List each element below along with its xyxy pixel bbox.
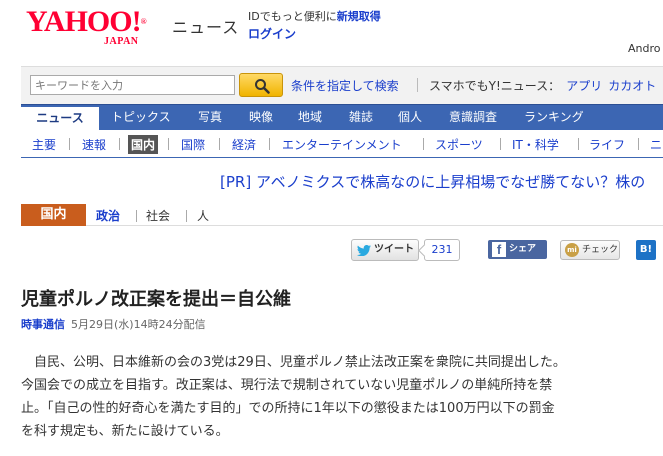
category-current: 国内 (21, 204, 86, 226)
category-link-politics[interactable]: 政治 (96, 207, 120, 224)
divider (136, 210, 137, 222)
tab-video[interactable]: 映像 (249, 105, 273, 130)
subnav-item-entertainment[interactable]: エンターテインメント (282, 136, 402, 153)
tab-local[interactable]: 地域 (298, 105, 322, 130)
yahoo-japan-logo[interactable]: YAHOO!® JAPAN (26, 5, 147, 48)
tab-photos[interactable]: 写真 (198, 105, 222, 130)
twitter-bird-icon (357, 245, 371, 256)
category-bar: 国内 政治 社会 人 (21, 204, 663, 226)
user-name[interactable]: Andro (628, 42, 661, 55)
login-link[interactable]: ログイン (248, 25, 296, 42)
tab-news[interactable]: ニュース (21, 105, 99, 130)
id-promo-text: IDでもっと便利に (248, 10, 337, 23)
category-link-people[interactable]: 人 (197, 207, 209, 224)
divider (500, 138, 501, 150)
hatena-bookmark-button[interactable]: B! (636, 240, 656, 260)
divider (186, 210, 187, 222)
subnav-item-it-science[interactable]: IT・科学 (512, 136, 559, 153)
check-label: チェック (582, 245, 619, 255)
search-input[interactable] (30, 75, 235, 95)
mixi-icon: mi (565, 243, 579, 257)
subnav-item-main[interactable]: 主要 (32, 136, 56, 153)
facebook-share-button[interactable]: f シェア (488, 240, 547, 259)
tab-magazines[interactable]: 雑誌 (349, 105, 373, 130)
site-header: YAHOO!® JAPAN ニュース IDでもっと便利に新規取得 ログイン An… (0, 0, 663, 66)
mobile-promo: スマホでもY!ニュース： アプリ カカオト (429, 77, 656, 94)
id-promo: IDでもっと便利に新規取得 (248, 9, 381, 24)
subnav-item-breaking[interactable]: 速報 (82, 136, 106, 153)
divider (269, 138, 270, 150)
main-nav: ニュース トピックス 写真 映像 地域 雑誌 個人 意識調査 ランキング (21, 104, 663, 130)
logo-wordmark: YAHOO!® (26, 5, 147, 38)
facebook-icon: f (492, 242, 506, 257)
tweet-label: ツイート (374, 244, 414, 255)
tab-ranking[interactable]: ランキング (524, 105, 584, 130)
divider (168, 138, 169, 150)
tab-topics[interactable]: トピックス (111, 105, 171, 130)
mixi-check-button[interactable]: mi チェック (560, 240, 620, 260)
facebook-share-label: シェア (509, 244, 537, 254)
article-title: 児童ポルノ改正案を提出＝自公維 (21, 289, 291, 310)
divider (578, 138, 579, 150)
divider (219, 138, 220, 150)
subnav-item-sports[interactable]: スポーツ (435, 136, 483, 153)
register-link[interactable]: 新規取得 (337, 10, 381, 23)
category-link-society[interactable]: 社会 (146, 207, 170, 224)
tweet-count[interactable]: 231 (424, 239, 460, 261)
app-link[interactable]: アプリ (566, 79, 602, 93)
divider (119, 138, 120, 150)
search-button[interactable] (239, 73, 283, 97)
article-date: 5月29日(水)14時24分配信 (71, 318, 206, 331)
tab-individual[interactable]: 個人 (398, 105, 422, 130)
subnav-item-life[interactable]: ライフ (589, 136, 625, 153)
subnav-item-more[interactable]: ニ (650, 136, 662, 153)
search-bar: 条件を指定して検索 スマホでもY!ニュース： アプリカカオト (21, 66, 663, 104)
kakaotalk-link[interactable]: カカオト (608, 79, 656, 93)
tab-survey[interactable]: 意識調査 (449, 105, 497, 130)
article-body: 自民、公明、日本維新の会の3党は29日、児童ポルノ禁止法改正案を衆院に共同提出し… (21, 351, 663, 443)
logo-japan-text: JAPAN (104, 36, 139, 47)
search-icon (255, 79, 270, 94)
advanced-search-link[interactable]: 条件を指定して検索 (291, 77, 399, 94)
pr-ad-link[interactable]: [PR] アベノミクスで株高なのに上昇相場でなぜ勝てない？株の (220, 171, 645, 192)
tweet-button[interactable]: ツイート (351, 239, 419, 261)
divider (69, 138, 70, 150)
divider (417, 78, 418, 92)
divider (638, 138, 639, 150)
sub-nav: 主要 速報 国内 国際 経済 エンターテインメント スポーツ IT・科学 ライフ… (21, 130, 663, 158)
article-paragraph: 自民、公明、日本維新の会の3党は29日、児童ポルノ禁止法改正案を衆院に共同提出し… (21, 355, 566, 439)
subnav-item-domestic[interactable]: 国内 (128, 135, 159, 154)
article-meta: 時事通信 5月29日(水)14時24分配信 (21, 316, 206, 332)
divider (423, 138, 424, 150)
site-title[interactable]: ニュース (172, 14, 239, 38)
subnav-item-international[interactable]: 国際 (181, 136, 205, 153)
article-source-link[interactable]: 時事通信 (21, 318, 65, 331)
subnav-item-economy[interactable]: 経済 (232, 136, 256, 153)
mobile-promo-text: スマホでもY!ニュース： (429, 79, 561, 93)
